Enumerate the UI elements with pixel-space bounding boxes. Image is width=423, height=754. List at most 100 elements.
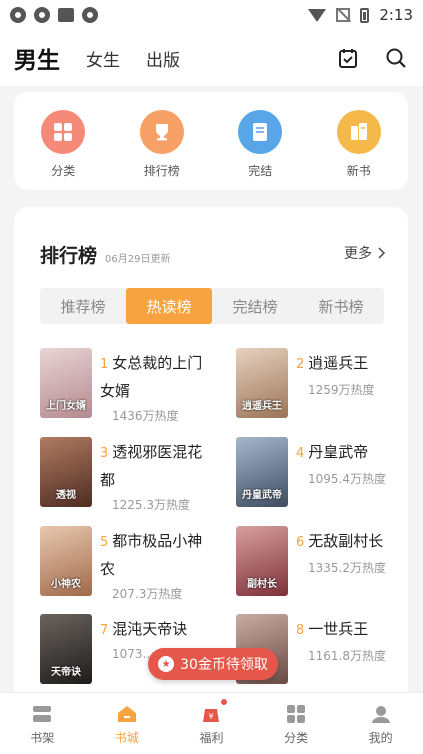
category-label: 新书 (346, 164, 371, 178)
more-label: 更多 (344, 246, 372, 262)
tab-recommend[interactable]: 推荐榜 (40, 288, 126, 324)
book-cover: 透视 (40, 437, 92, 507)
ranking-section: 排行榜 06月29日更新 更多 推荐榜 热读榜 完结榜 新书榜 上门女婿 1 女总… (14, 207, 408, 707)
wifi-icon (308, 8, 327, 22)
category-shortcuts: 分类 排行榜 完结 新书 (14, 92, 408, 190)
tab-hot-reading[interactable]: 热读榜 (126, 288, 212, 324)
book-title: 5 都市极品小神农 (100, 528, 212, 582)
book-title-text: 一世兵王 (308, 620, 369, 638)
chevron-right-icon (378, 247, 386, 259)
category-label: 排行榜 (143, 164, 180, 178)
coin-reward-button[interactable]: ★ 30金币待领取 (148, 648, 278, 680)
book-title-text: 丹皇武帝 (308, 443, 369, 461)
notification-icon (10, 7, 26, 23)
book-title: 6 无敌副村长 (296, 528, 408, 556)
gift-bag-icon: ¥ (203, 709, 220, 722)
book-cover: 上门女婿 (40, 348, 92, 418)
tab-publish[interactable]: 出版 (146, 46, 180, 71)
book-title-text: 女总裁的上门女婿 (100, 354, 203, 400)
battery-icon (360, 7, 370, 23)
nav-profile[interactable]: 我的 (338, 693, 423, 754)
nav-label: 我的 (368, 731, 393, 745)
notification-icon (82, 7, 98, 23)
book-title-text: 逍遥兵王 (308, 354, 369, 372)
book-heat: 1436万热度 (112, 409, 179, 423)
book-cover: 逍遥兵王 (236, 348, 288, 418)
ranking-update-date: 06月29日更新 (105, 254, 171, 265)
notification-dot (221, 699, 228, 705)
book-title-text: 透视邪医混花都 (100, 443, 203, 489)
category-label: 分类 (51, 164, 76, 178)
book-rank: 8 (296, 623, 305, 638)
book-rank: 2 (296, 357, 305, 372)
nav-bookshelf[interactable]: 书架 (0, 693, 85, 754)
book-cover: 天帝诀 (40, 614, 92, 684)
book-rank: 4 (296, 446, 305, 461)
more-link[interactable]: 更多 (344, 243, 386, 263)
ranking-title: 排行榜 (40, 245, 98, 267)
book-item[interactable]: 副村长 6 无敌副村长 1335.2万热度 (236, 526, 406, 606)
ranking-shortcut-button[interactable]: 排行榜 (122, 110, 202, 190)
tab-female[interactable]: 女生 (86, 46, 120, 71)
trophy-icon (139, 110, 184, 154)
book-item[interactable]: 上门女婿 1 女总裁的上门女婿 1436万热度 (40, 348, 210, 428)
star-icon: ★ (158, 656, 175, 672)
book-item[interactable]: 小神农 5 都市极品小神农 207.3万热度 (40, 526, 210, 606)
book-item[interactable]: 透视 3 透视邪医混花都 1225.3万热度 (40, 437, 210, 517)
book-rank: 7 (100, 623, 109, 638)
tab-finished[interactable]: 完结榜 (212, 288, 298, 324)
ranking-tabs: 推荐榜 热读榜 完结榜 新书榜 (40, 288, 384, 324)
book-heat: 1095.4万热度 (308, 472, 386, 486)
tab-new-books[interactable]: 新书榜 (298, 288, 384, 324)
nav-category[interactable]: 分类 (254, 693, 339, 754)
book-heat: 207.3万热度 (112, 587, 183, 601)
category-grid-icon (287, 705, 306, 723)
bookstore-icon (117, 706, 136, 722)
cover-title: 天帝诀 (51, 667, 81, 678)
book-rank: 1 (100, 357, 109, 372)
bottom-navigation: 书架 书城 ¥ 福利 分类 我的 (0, 692, 423, 754)
book-heat: 1161.8万热度 (308, 649, 386, 663)
top-header: 男生 女生 出版 (0, 30, 423, 86)
book-heat: 1225.3万热度 (112, 498, 190, 512)
book-title-text: 都市极品小神农 (100, 532, 203, 578)
status-time: 2:13 (379, 6, 413, 24)
new-book-icon (336, 110, 381, 154)
book-rank: 6 (296, 535, 305, 550)
book-cover: 小神农 (40, 526, 92, 596)
tab-male[interactable]: 男生 (14, 41, 60, 78)
svg-text:¥: ¥ (209, 712, 214, 721)
checkin-icon[interactable] (335, 45, 361, 71)
cover-title: 上门女婿 (46, 401, 86, 412)
nav-label: 分类 (284, 731, 309, 745)
nav-label: 书架 (30, 731, 55, 745)
image-notification-icon (58, 8, 74, 22)
book-item[interactable]: 逍遥兵王 2 逍遥兵王 1259万热度 (236, 348, 406, 428)
category-label: 完结 (248, 164, 273, 178)
nav-label: 书城 (114, 731, 139, 745)
cover-title: 副村长 (247, 579, 277, 590)
new-book-shortcut-button[interactable]: 新书 (319, 110, 399, 190)
cover-title: 透视 (56, 490, 76, 501)
nav-bookstore[interactable]: 书城 (85, 693, 170, 754)
book-title-text: 无敌副村长 (308, 532, 384, 550)
book-rank: 5 (100, 535, 109, 550)
book-icon (238, 110, 283, 154)
status-bar: 2:13 (0, 0, 423, 30)
category-button[interactable]: 分类 (23, 110, 103, 190)
book-heat: 1259万热度 (308, 383, 375, 397)
book-title: 8 一世兵王 (296, 616, 408, 644)
book-item[interactable]: 丹皇武帝 4 丹皇武帝 1095.4万热度 (236, 437, 406, 517)
coin-reward-label: 30金币待领取 (180, 657, 268, 673)
book-cover: 丹皇武帝 (236, 437, 288, 507)
book-title: 4 丹皇武帝 (296, 439, 408, 467)
book-title: 1 女总裁的上门女婿 (100, 350, 212, 404)
search-icon[interactable] (383, 45, 409, 71)
no-signal-icon (336, 8, 351, 22)
cover-title: 丹皇武帝 (242, 490, 282, 501)
book-heat: 1335.2万热度 (308, 561, 386, 575)
finished-shortcut-button[interactable]: 完结 (220, 110, 300, 190)
nav-welfare[interactable]: ¥ 福利 (169, 693, 254, 754)
profile-icon (371, 706, 390, 723)
book-title: 2 逍遥兵王 (296, 350, 408, 378)
